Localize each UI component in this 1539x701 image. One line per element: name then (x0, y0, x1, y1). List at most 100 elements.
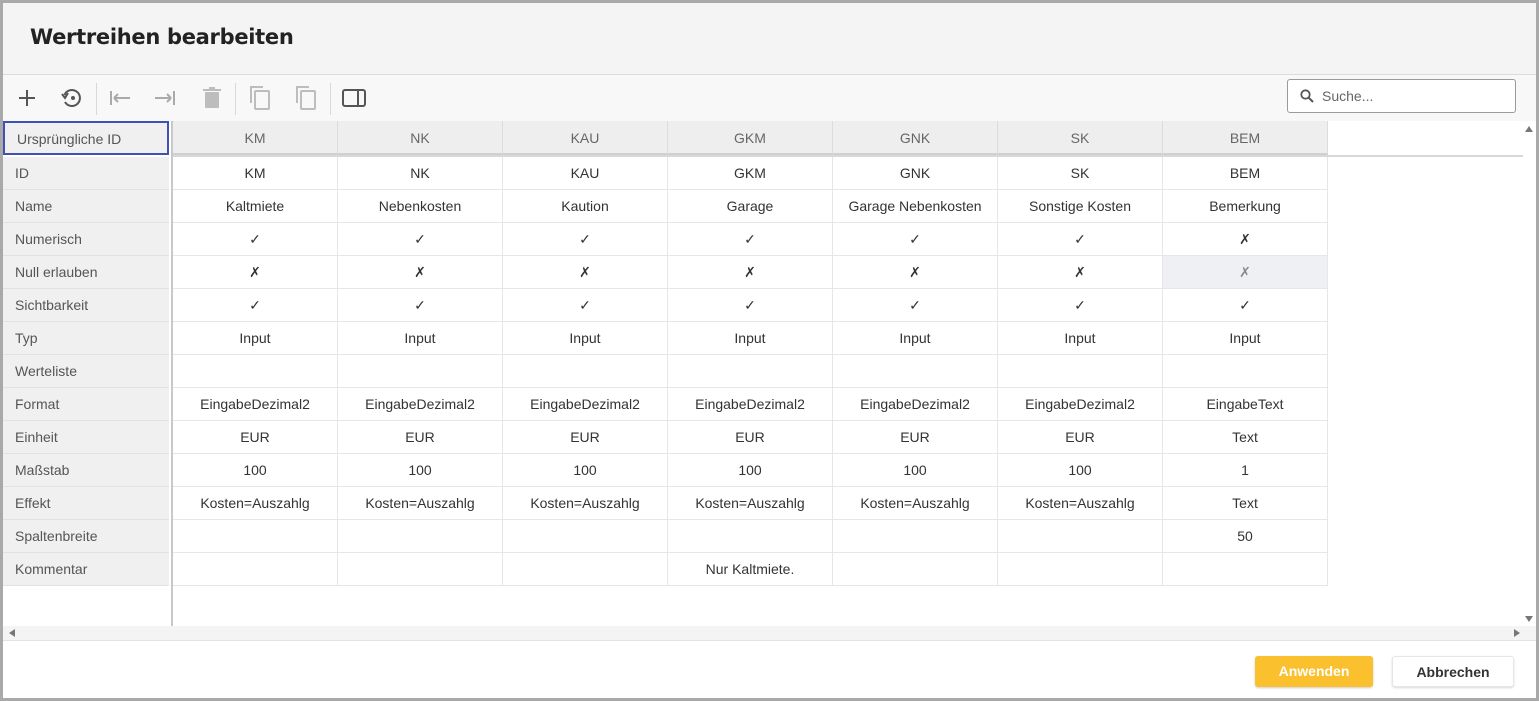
grid-cell[interactable]: ✓ (833, 223, 998, 256)
grid-cell[interactable]: 1 (1163, 454, 1328, 487)
grid-cell[interactable]: ✗ (1163, 256, 1328, 289)
grid-cell[interactable]: ✓ (173, 223, 338, 256)
horizontal-scrollbar[interactable] (3, 626, 1536, 640)
grid-cell[interactable]: Kosten=Auszahlg (338, 487, 503, 520)
grid-cell[interactable] (668, 355, 833, 388)
grid-cell[interactable]: 100 (998, 454, 1163, 487)
move-left-icon[interactable] (105, 83, 135, 113)
grid-cell[interactable]: Kosten=Auszahlg (668, 487, 833, 520)
grid-cell[interactable] (173, 520, 338, 553)
grid-cell[interactable]: Input (833, 322, 998, 355)
grid-cell[interactable]: Nebenkosten (338, 190, 503, 223)
grid-cell[interactable] (1163, 355, 1328, 388)
grid-cell[interactable] (338, 355, 503, 388)
grid-cell[interactable] (998, 355, 1163, 388)
scroll-right-arrow[interactable] (1514, 629, 1520, 637)
grid-cell[interactable]: EingabeDezimal2 (338, 388, 503, 421)
grid-cell[interactable]: Kosten=Auszahlg (173, 487, 338, 520)
grid-cell[interactable]: Kosten=Auszahlg (833, 487, 998, 520)
grid-cell[interactable]: EUR (173, 421, 338, 454)
column-header[interactable]: KAU (503, 121, 668, 155)
grid-cell[interactable]: Input (173, 322, 338, 355)
grid-cell[interactable]: Kosten=Auszahlg (503, 487, 668, 520)
grid-cell[interactable]: Bemerkung (1163, 190, 1328, 223)
scroll-up-arrow[interactable] (1525, 126, 1533, 132)
column-header[interactable]: BEM (1163, 121, 1328, 155)
grid-cell[interactable]: ✓ (1163, 289, 1328, 322)
grid-cell[interactable] (173, 355, 338, 388)
grid-cell[interactable]: Input (503, 322, 668, 355)
grid-cell[interactable]: EUR (503, 421, 668, 454)
grid-cell[interactable]: EUR (668, 421, 833, 454)
move-right-icon[interactable] (150, 83, 180, 113)
grid-cell[interactable]: 100 (833, 454, 998, 487)
grid-cell[interactable]: EingabeDezimal2 (503, 388, 668, 421)
column-header[interactable]: GKM (668, 121, 833, 155)
grid-cell[interactable]: Garage Nebenkosten (833, 190, 998, 223)
grid-cell[interactable]: SK (998, 157, 1163, 190)
search-box[interactable] (1287, 79, 1516, 113)
grid-cell[interactable]: EingabeText (1163, 388, 1328, 421)
column-header[interactable]: GNK (833, 121, 998, 155)
grid-cell[interactable]: 100 (503, 454, 668, 487)
grid-cell[interactable]: 100 (668, 454, 833, 487)
search-input[interactable] (1322, 86, 1507, 106)
grid-cell[interactable]: ✗ (503, 256, 668, 289)
grid-cell[interactable] (998, 553, 1163, 586)
grid-cell[interactable] (503, 520, 668, 553)
grid-cell[interactable]: ✓ (173, 289, 338, 322)
grid-cell[interactable]: EUR (998, 421, 1163, 454)
grid-cell[interactable]: ✓ (998, 289, 1163, 322)
copy-icon[interactable] (245, 83, 275, 113)
grid-cell[interactable]: ✓ (503, 223, 668, 256)
grid-cell[interactable]: NK (338, 157, 503, 190)
panel-icon[interactable] (339, 83, 369, 113)
scroll-down-arrow[interactable] (1525, 616, 1533, 622)
grid-cell[interactable] (503, 553, 668, 586)
column-header[interactable]: KM (173, 121, 338, 155)
grid-cell[interactable]: ✓ (338, 289, 503, 322)
grid-cell[interactable] (503, 355, 668, 388)
grid-cell[interactable]: Nur Kaltmiete. (668, 553, 833, 586)
grid-cell[interactable] (998, 520, 1163, 553)
copy-alt-icon[interactable] (291, 83, 321, 113)
grid-cell[interactable]: ✗ (998, 256, 1163, 289)
grid-cell[interactable]: ✓ (668, 289, 833, 322)
grid-cell[interactable]: KAU (503, 157, 668, 190)
grid-cell[interactable]: 100 (338, 454, 503, 487)
scroll-left-arrow[interactable] (9, 629, 15, 637)
grid-cell[interactable]: ✓ (503, 289, 668, 322)
grid-cell[interactable]: Kosten=Auszahlg (998, 487, 1163, 520)
column-header[interactable]: NK (338, 121, 503, 155)
grid-cell[interactable]: 50 (1163, 520, 1328, 553)
grid-cell[interactable]: EingabeDezimal2 (998, 388, 1163, 421)
apply-button[interactable]: Anwenden (1255, 656, 1373, 687)
grid-cell[interactable]: ✗ (833, 256, 998, 289)
grid-cell[interactable]: BEM (1163, 157, 1328, 190)
grid-cell[interactable]: EUR (338, 421, 503, 454)
grid-cell[interactable]: ✗ (1163, 223, 1328, 256)
grid-cell[interactable]: GNK (833, 157, 998, 190)
grid-cell[interactable]: Kaltmiete (173, 190, 338, 223)
grid-cell[interactable] (338, 520, 503, 553)
grid-cell[interactable]: GKM (668, 157, 833, 190)
grid-cell[interactable]: EingabeDezimal2 (833, 388, 998, 421)
grid-cell[interactable] (173, 553, 338, 586)
grid-cell[interactable]: EingabeDezimal2 (668, 388, 833, 421)
grid-cell[interactable] (1163, 553, 1328, 586)
grid-cell[interactable]: Text (1163, 487, 1328, 520)
grid-cell[interactable]: ✓ (338, 223, 503, 256)
grid-cell[interactable] (833, 553, 998, 586)
corner-header-original-id[interactable]: Ursprüngliche ID (3, 121, 169, 155)
grid-cell[interactable]: EingabeDezimal2 (173, 388, 338, 421)
restore-icon[interactable] (57, 83, 87, 113)
grid-cell[interactable]: Sonstige Kosten (998, 190, 1163, 223)
grid-cell[interactable]: Kaution (503, 190, 668, 223)
grid-cell[interactable]: 100 (173, 454, 338, 487)
grid-cell[interactable] (668, 520, 833, 553)
grid-cell[interactable]: ✓ (668, 223, 833, 256)
grid-cell[interactable] (833, 355, 998, 388)
grid-cell[interactable]: Text (1163, 421, 1328, 454)
cancel-button[interactable]: Abbrechen (1392, 656, 1514, 687)
grid-cell[interactable] (338, 553, 503, 586)
